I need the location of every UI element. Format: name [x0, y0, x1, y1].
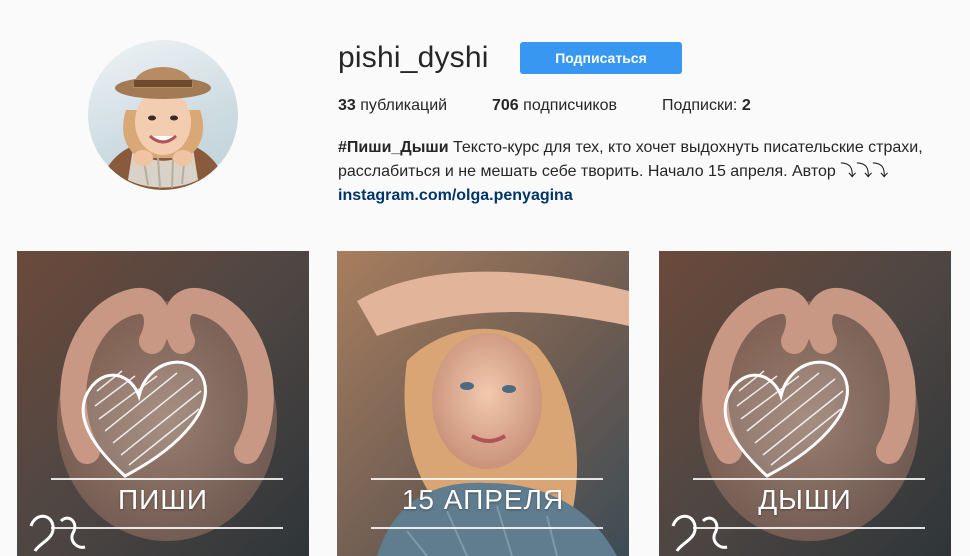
- stat-followers[interactable]: 706 подписчиков: [492, 96, 617, 116]
- followers-label: подписчиков: [518, 97, 617, 114]
- posts-label: публикаций: [355, 97, 448, 114]
- post-tile[interactable]: ПИШИ: [17, 251, 309, 556]
- post-caption: ПИШИ: [117, 484, 209, 515]
- follow-button[interactable]: Подписаться: [520, 42, 682, 74]
- bio-link[interactable]: instagram.com/olga.penyagina: [338, 184, 953, 208]
- caption-bottom-line: [371, 527, 603, 529]
- profile-avatar[interactable]: [88, 40, 238, 190]
- posts-count: 33: [338, 97, 356, 114]
- bio-hashtag[interactable]: #Пиши_Дыши: [338, 139, 449, 156]
- post-caption: ДЫШИ: [758, 484, 852, 515]
- caption-bottom-line: [51, 527, 283, 529]
- followers-count: 706: [492, 97, 519, 114]
- caption-bottom-line: [693, 527, 925, 529]
- profile-bio: #Пиши_Дыши Тексто-курс для тех, кто хоче…: [338, 136, 953, 208]
- following-count: 2: [741, 97, 751, 114]
- following-label: Подписки:: [662, 97, 742, 114]
- post-caption: 15 АПРЕЛЯ: [401, 484, 565, 515]
- profile-username: pishi_dyshi: [338, 41, 489, 74]
- post-tile[interactable]: 15 АПРЕЛЯ: [337, 251, 629, 556]
- stat-following[interactable]: Подписки: 2: [662, 96, 751, 116]
- post-tile[interactable]: ДЫШИ: [659, 251, 951, 556]
- stat-posts: 33 публикаций: [338, 96, 447, 116]
